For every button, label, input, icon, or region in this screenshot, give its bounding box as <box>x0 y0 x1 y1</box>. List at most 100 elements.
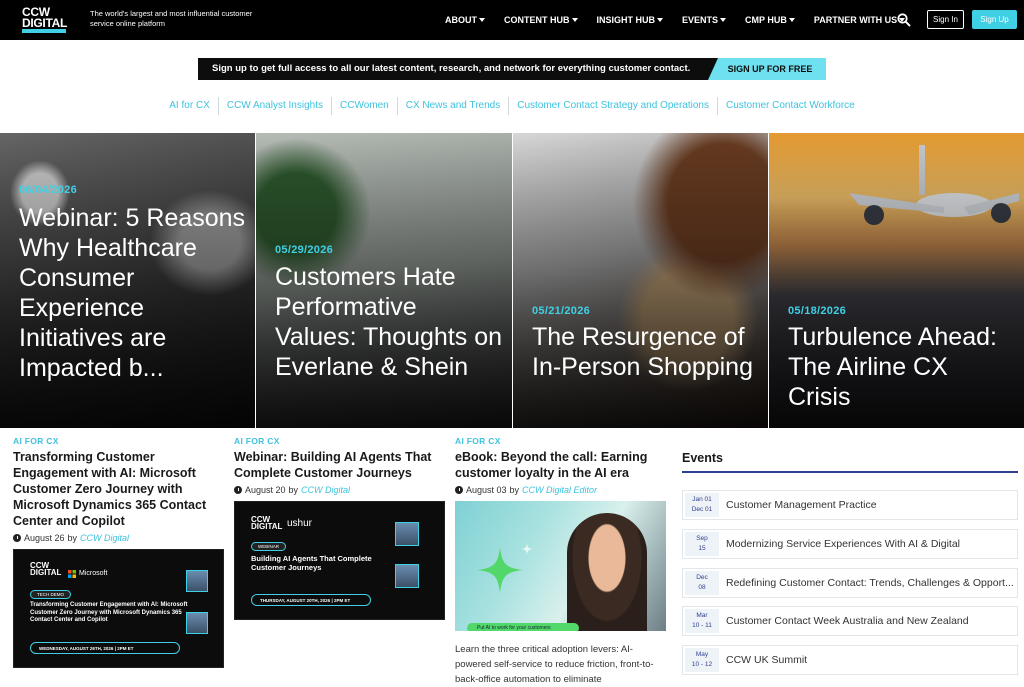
article-date: August 20 <box>245 485 286 495</box>
article-card-microsoft: AI FOR CX Transforming Customer Engageme… <box>13 436 225 543</box>
woman-with-headset-image <box>567 513 647 631</box>
event-date: Jan 01 Dec 01 <box>685 493 719 517</box>
event-name[interactable]: Redefining Customer Contact: Trends, Cha… <box>726 569 1016 597</box>
hero-card-airline-cx[interactable]: 05/18/2026 Turbulence Ahead: The Airline… <box>769 133 1024 428</box>
hero-title: Customers Hate Performative Values: Thou… <box>275 263 503 381</box>
signup-for-free-button[interactable]: SIGN UP FOR FREE <box>708 58 826 80</box>
event-name[interactable]: CCW UK Summit <box>726 646 1016 674</box>
logo-line-2: DIGITAL <box>22 16 68 30</box>
category-ccw-analyst-insights[interactable]: CCW Analyst Insights <box>217 97 331 115</box>
main-menu: ABOUT CONTENT HUB INSIGHT HUB EVENTS CMP… <box>445 0 924 40</box>
nav-events[interactable]: EVENTS <box>682 15 727 25</box>
chevron-down-icon <box>571 18 578 22</box>
signup-promo-banner: Sign up to get full access to all our la… <box>198 58 826 80</box>
event-date: Sep 15 <box>685 532 719 556</box>
article-tag[interactable]: AI FOR CX <box>234 436 444 446</box>
category-cx-news-and-trends[interactable]: CX News and Trends <box>396 97 509 115</box>
article-title[interactable]: eBook: Beyond the call: Earning customer… <box>455 449 667 481</box>
hero-card-in-person-shopping[interactable]: 05/21/2026 The Resurgence of In-Person S… <box>513 133 768 428</box>
thumb-headline: Transforming Customer Engagement with AI… <box>30 602 188 623</box>
event-item[interactable]: Jan 01 Dec 01 Customer Management Practic… <box>682 490 1018 520</box>
clock-icon <box>234 486 242 494</box>
article-title[interactable]: Transforming Customer Engagement with AI… <box>13 449 225 529</box>
speaker-avatar <box>395 564 419 588</box>
speaker-avatar <box>186 570 208 592</box>
category-customer-contact-workforce[interactable]: Customer Contact Workforce <box>716 97 863 115</box>
speaker-avatar <box>395 522 419 546</box>
ccw-digital-logo[interactable]: CCW DIGITAL <box>22 6 70 33</box>
event-item[interactable]: Sep 15 Modernizing Service Experiences Wi… <box>682 529 1018 559</box>
article-tag[interactable]: AI FOR CX <box>13 436 225 446</box>
article-thumbnail-ai-agents[interactable]: CCW DIGITAL ushur WEBINAR Building AI Age… <box>234 501 445 620</box>
article-card-ai-agents: AI FOR CX Webinar: Building AI Agents Th… <box>234 436 444 495</box>
speaker-avatar <box>186 612 208 634</box>
article-tag[interactable]: AI FOR CX <box>455 436 667 446</box>
thumb-ccw-logo: CCW DIGITAL <box>30 561 62 577</box>
thumb-date-bar: WEDNESDAY, AUGUST 26TH, 2026 | 2PM ET <box>30 642 180 654</box>
event-item[interactable]: Mar 10 - 11 Customer Contact Week Austral… <box>682 606 1018 636</box>
clock-icon <box>13 534 21 542</box>
hero-card-healthcare-webinar[interactable]: 06/04/2026 Webinar: 5 Reasons Why Health… <box>0 133 255 428</box>
event-item[interactable]: May 10 - 12 CCW UK Summit <box>682 645 1018 675</box>
article-by: by <box>67 533 78 543</box>
thumb-headline: Building AI Agents That Complete Custome… <box>251 554 372 572</box>
events-panel: Events <box>682 451 1018 473</box>
chevron-down-icon <box>788 18 795 22</box>
category-ccwomen[interactable]: CCWomen <box>331 97 397 115</box>
event-name[interactable]: Customer Contact Week Australia and New … <box>726 607 1016 635</box>
hero-date: 05/29/2026 <box>275 244 334 256</box>
chevron-down-icon <box>657 18 663 22</box>
hero-title: Turbulence Ahead: The Airline CX Crisis <box>788 323 997 411</box>
chevron-down-icon <box>720 18 727 22</box>
category-links: AI for CX CCW Analyst Insights CCWomen C… <box>0 96 1024 116</box>
event-item[interactable]: Dec 08 Redefining Customer Contact: Trend… <box>682 568 1018 598</box>
sparkle-icon <box>477 547 523 593</box>
nav-cmp-hub[interactable]: CMP HUB <box>745 15 795 25</box>
article-meta: August 26 by CCW Digital <box>13 533 225 543</box>
sign-up-button[interactable]: Sign Up <box>972 10 1017 29</box>
hero-date: 05/21/2026 <box>532 305 591 317</box>
event-date: Dec 08 <box>685 571 719 595</box>
thumb-ccw-logo: CCW DIGITAL <box>251 515 283 531</box>
hero-title: The Resurgence of In-Person Shopping <box>532 323 753 381</box>
article-author[interactable]: CCW Digital <box>301 485 350 495</box>
nav-partner-with-us[interactable]: PARTNER WITH US <box>814 15 906 25</box>
category-ai-for-cx[interactable]: AI for CX <box>161 97 218 115</box>
article-description: Learn the three critical adoption levers… <box>455 644 654 685</box>
event-date: May 10 - 12 <box>685 648 719 672</box>
hero-title: Webinar: 5 Reasons Why Healthcare Consum… <box>19 204 246 382</box>
article-author[interactable]: CCW Digital Editor <box>522 485 597 495</box>
hero-card-performative-values[interactable]: 05/29/2026 Customers Hate Performative V… <box>256 133 512 428</box>
article-author[interactable]: CCW Digital <box>80 533 129 543</box>
article-date: August 26 <box>24 533 65 543</box>
event-name[interactable]: Modernizing Service Experiences With AI … <box>726 530 1016 558</box>
article-thumbnail-microsoft[interactable]: CCW DIGITAL Microsoft TECH DEMO Transform… <box>13 549 224 668</box>
thumb-caption: Put AI to work for your customers <box>467 623 579 631</box>
chevron-down-icon <box>479 18 485 22</box>
article-title[interactable]: Webinar: Building AI Agents That Complet… <box>234 449 444 481</box>
hero-date: 06/04/2026 <box>19 184 78 196</box>
hero-date: 05/18/2026 <box>788 305 847 317</box>
search-icon[interactable] <box>897 13 911 27</box>
thumb-brand: Microsoft <box>79 570 108 577</box>
microsoft-logo-icon <box>68 570 76 578</box>
site-tagline: The world's largest and most influential… <box>90 9 253 28</box>
thumb-date-bar: THURSDAY, AUGUST 20TH, 2026 | 2PM ET <box>251 594 371 606</box>
article-thumbnail-ebook[interactable]: Put AI to work for your customers <box>455 501 666 631</box>
article-meta: August 20 by CCW Digital <box>234 485 444 495</box>
nav-content-hub[interactable]: CONTENT HUB <box>504 15 578 25</box>
clock-icon <box>455 486 463 494</box>
thumb-brand: ushur <box>287 518 313 529</box>
event-name[interactable]: Customer Management Practice <box>726 491 1016 519</box>
events-title: Events <box>682 451 1018 473</box>
article-date: August 03 <box>466 485 507 495</box>
top-nav: CCW DIGITAL The world's largest and most… <box>0 0 1024 40</box>
sign-in-button[interactable]: Sign In <box>927 10 964 29</box>
article-by: by <box>509 485 520 495</box>
promo-text: Sign up to get full access to all our la… <box>212 63 691 74</box>
category-customer-contact-strategy[interactable]: Customer Contact Strategy and Operations <box>508 97 717 115</box>
nav-about[interactable]: ABOUT <box>445 15 485 25</box>
article-meta: August 03 by CCW Digital Editor <box>455 485 667 495</box>
nav-insight-hub[interactable]: INSIGHT HUB <box>597 15 663 25</box>
article-by: by <box>288 485 299 495</box>
